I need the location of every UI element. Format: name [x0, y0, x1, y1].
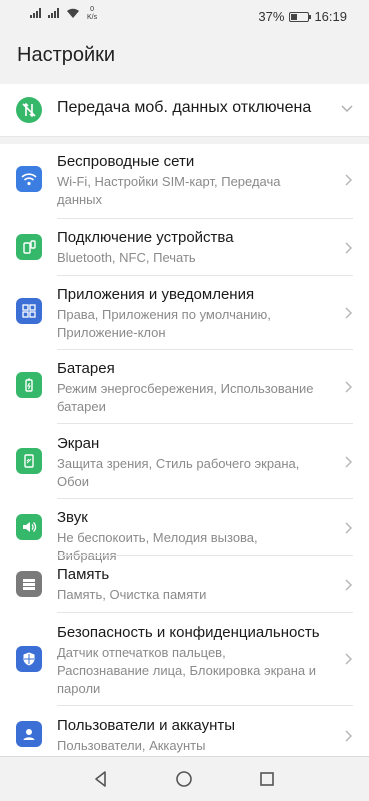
- net-speed-value: 0: [90, 6, 95, 13]
- status-right: 37% 16:19: [258, 9, 347, 24]
- chevron-right-icon: [345, 242, 353, 254]
- back-button[interactable]: [89, 767, 113, 791]
- recents-button[interactable]: [255, 767, 279, 791]
- settings-item-subtitle: Защита зрения, Стиль рабочего экрана, Об…: [57, 456, 300, 489]
- net-speed: 0 K/s: [87, 6, 97, 22]
- settings-item-title: Приложения и уведомления: [57, 286, 255, 303]
- battery-status-icon: [289, 11, 312, 22]
- wifi-status-icon: [67, 8, 79, 18]
- chevron-right-icon: [345, 381, 353, 393]
- chevron-right-icon: [345, 579, 353, 591]
- device-connection-icon: [16, 234, 42, 260]
- settings-list: Беспроводные сети Wi-Fi, Настройки SIM-к…: [0, 144, 369, 756]
- back-icon: [95, 771, 106, 787]
- chevron-down-icon[interactable]: [339, 100, 355, 116]
- chevron-right-icon: [345, 730, 353, 742]
- status-bar: 0 K/s 37% 16:19: [0, 0, 369, 32]
- settings-item-subtitle: Bluetooth, NFC, Печать: [57, 250, 196, 265]
- apps-icon: [16, 298, 42, 324]
- settings-item-wireless[interactable]: Беспроводные сети Wi-Fi, Настройки SIM-к…: [0, 144, 369, 218]
- battery-percent: 37%: [258, 9, 285, 24]
- wifi-icon: [16, 166, 42, 192]
- home-icon: [176, 771, 192, 787]
- settings-item-title: Безопасность и конфиденциальность: [57, 624, 320, 641]
- settings-item-subtitle: Wi-Fi, Настройки SIM-карт, Передача данн…: [57, 174, 281, 207]
- settings-item-accounts[interactable]: Пользователи и аккаунты Пользователи, Ак…: [0, 706, 369, 756]
- settings-item-title: Батарея: [57, 360, 115, 377]
- chevron-right-icon: [345, 456, 353, 468]
- mobile-data-row[interactable]: Передача моб. данных отключена: [0, 84, 369, 136]
- accounts-icon: [16, 721, 42, 747]
- mobile-data-card: Передача моб. данных отключена: [0, 84, 369, 137]
- settings-item-storage[interactable]: Память Память, Очистка памяти: [0, 556, 369, 612]
- page-title: Настройки: [17, 44, 116, 66]
- chevron-right-icon: [345, 653, 353, 665]
- status-left: 0 K/s: [30, 6, 97, 22]
- settings-item-sound[interactable]: Звук Не беспокоить, Мелодия вызова, Вибр…: [0, 499, 369, 563]
- chevron-right-icon: [345, 307, 353, 319]
- settings-item-security[interactable]: Безопасность и конфиденциальность Датчик…: [0, 613, 369, 705]
- settings-item-display[interactable]: Экран Защита зрения, Стиль рабочего экра…: [0, 424, 369, 498]
- battery-fill: [291, 13, 298, 20]
- settings-item-title: Экран: [57, 435, 100, 452]
- settings-item-subtitle: Режим энергосбережения, Использование ба…: [57, 381, 314, 414]
- home-button[interactable]: [172, 767, 196, 791]
- signal-icon-2: [48, 8, 59, 18]
- settings-item-subtitle: Датчик отпечатков пальцев, Распознавание…: [57, 645, 317, 696]
- storage-icon: [16, 571, 42, 597]
- recents-icon: [260, 772, 274, 786]
- mobile-data-label: Передача моб. данных отключена: [57, 99, 312, 116]
- chevron-right-icon: [345, 522, 353, 534]
- navigation-bar: [0, 756, 369, 801]
- settings-item-subtitle: Память, Очистка памяти: [57, 587, 207, 602]
- settings-item-subtitle: Пользователи, Аккаунты: [57, 738, 206, 753]
- sound-icon: [16, 514, 42, 540]
- settings-item-battery[interactable]: Батарея Режим энергосбережения, Использо…: [0, 350, 369, 423]
- settings-item-subtitle: Права, Приложения по умолчанию, Приложен…: [57, 307, 271, 340]
- chevron-right-icon: [345, 174, 353, 186]
- settings-item-device-connection[interactable]: Подключение устройства Bluetooth, NFC, П…: [0, 219, 369, 275]
- display-icon: [16, 448, 42, 474]
- net-speed-unit: K/s: [87, 14, 98, 21]
- settings-item-title: Память: [57, 566, 110, 583]
- settings-item-title: Подключение устройства: [57, 229, 234, 246]
- signal-icon: [30, 8, 41, 18]
- settings-item-title: Звук: [57, 509, 88, 526]
- settings-item-apps[interactable]: Приложения и уведомления Права, Приложен…: [0, 276, 369, 349]
- settings-item-title: Беспроводные сети: [57, 153, 195, 170]
- clock: 16:19: [314, 9, 347, 24]
- settings-item-title: Пользователи и аккаунты: [57, 717, 236, 734]
- battery-icon: [16, 372, 42, 398]
- mobile-data-off-icon: [16, 97, 42, 123]
- security-icon: [16, 646, 42, 672]
